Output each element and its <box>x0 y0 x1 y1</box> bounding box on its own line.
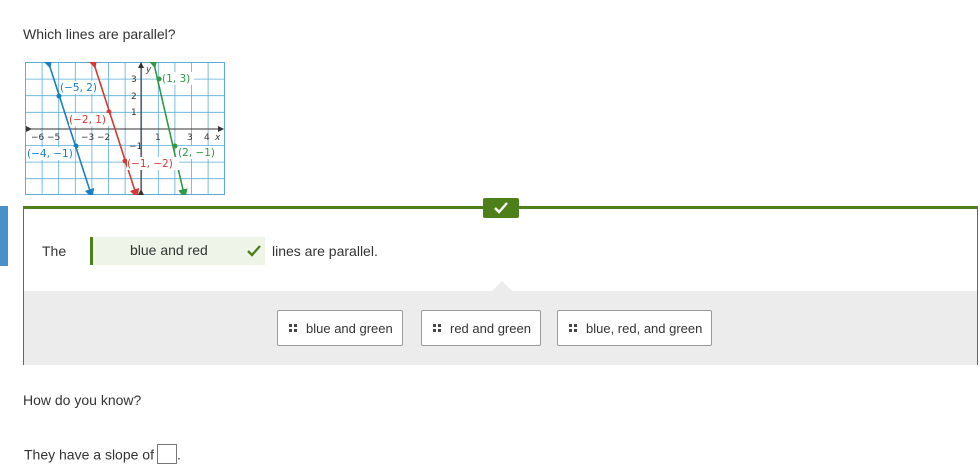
selected-answer[interactable]: blue and red <box>130 242 208 258</box>
checkmark-icon <box>494 202 508 214</box>
x-tick-label: −2 <box>97 133 110 143</box>
x-axis-label: x <box>214 133 221 143</box>
sentence-prefix: The <box>42 243 67 259</box>
blue-point-1-label: (−5, 2) <box>60 82 97 94</box>
coordinate-graph: −6 −5 −3 −2 1 3 4 x 3 2 1 −1 y (−5, 2) (… <box>25 62 225 195</box>
blue-point-1 <box>56 93 62 99</box>
choice-red-and-green[interactable]: red and green <box>421 310 541 346</box>
drag-handle-icon <box>433 324 441 332</box>
answer-drop-slot[interactable]: blue and red <box>90 237 265 265</box>
answer-choice-bank: blue and green red and green blue, red, … <box>24 281 977 365</box>
x-tick-label: −3 <box>81 133 94 143</box>
question-text: Which lines are parallel? <box>23 26 176 42</box>
bank-pointer <box>492 281 512 291</box>
correct-badge <box>483 198 519 218</box>
x-tick-label: −6 <box>31 133 45 143</box>
x-tick-label: 1 <box>155 133 161 143</box>
followup-question: How do you know? <box>23 392 142 408</box>
green-point-1-label: (1, 3) <box>162 73 190 85</box>
y-tick-label: 1 <box>131 108 137 118</box>
choice-label: blue and green <box>306 320 393 336</box>
y-axis-label: y <box>145 65 152 75</box>
green-point-1 <box>156 76 162 82</box>
choice-label: blue, red, and green <box>586 320 703 336</box>
green-point-2-label: (2, −1) <box>178 147 215 159</box>
y-tick-label: 2 <box>131 92 137 102</box>
drag-handle-icon <box>289 324 297 332</box>
red-point-2-label: (−1, −2) <box>127 158 173 170</box>
red-point-1-label: (−2, 1) <box>69 114 106 126</box>
choice-blue-red-and-green[interactable]: blue, red, and green <box>557 310 713 346</box>
y-tick-label: −1 <box>129 142 142 152</box>
green-point-2 <box>172 143 178 149</box>
side-indicator <box>0 206 8 266</box>
x-tick-label: 3 <box>187 133 193 143</box>
drag-drop-answer-panel: The blue and red lines are parallel. blu… <box>23 206 978 365</box>
y-tick-label: 3 <box>131 75 137 85</box>
x-tick-label: −5 <box>47 133 60 143</box>
x-tick-label: 4 <box>204 133 210 143</box>
drag-handle-icon <box>569 324 577 332</box>
slope-suffix: . <box>176 446 181 463</box>
choice-label: red and green <box>450 320 531 336</box>
choice-blue-and-green[interactable]: blue and green <box>277 310 403 346</box>
slope-input[interactable] <box>156 444 177 464</box>
sentence-suffix: lines are parallel. <box>272 243 378 259</box>
slope-prefix: They have a slope of <box>24 446 154 463</box>
correct-check-icon <box>247 244 261 260</box>
blue-point-2-label: (−4, −1) <box>27 148 73 160</box>
slope-sentence: They have a slope of. <box>24 444 181 466</box>
